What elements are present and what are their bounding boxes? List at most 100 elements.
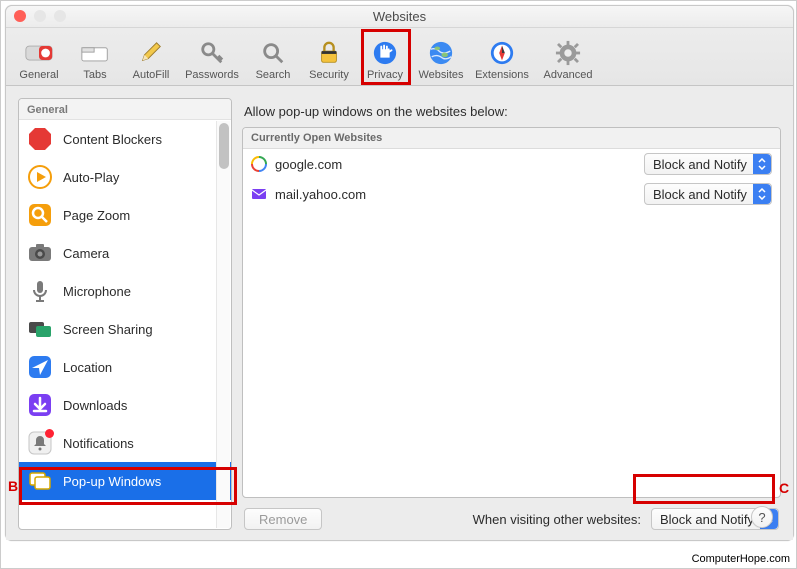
tab-websites[interactable]: Websites <box>414 29 468 81</box>
tab-label: Advanced <box>544 69 593 81</box>
tab-label: General <box>19 69 58 81</box>
sidebar-item-downloads[interactable]: Downloads <box>19 386 231 424</box>
websites-table: Currently Open Websites google.com Block… <box>242 127 781 498</box>
select-value: Block and Notify <box>660 512 754 527</box>
sidebar-item-label: Page Zoom <box>63 208 130 223</box>
sidebar-item-label: Pop-up Windows <box>63 474 161 489</box>
microphone-icon <box>27 278 53 304</box>
sidebar-item-label: Downloads <box>63 398 127 413</box>
main-panel: Allow pop-up windows on the websites bel… <box>242 98 781 530</box>
tab-label: AutoFill <box>133 69 170 81</box>
sidebar-item-microphone[interactable]: Microphone <box>19 272 231 310</box>
table-rows: google.com Block and Notify mail.yaho <box>243 149 780 497</box>
tab-extensions[interactable]: Extensions <box>470 29 534 81</box>
bottom-bar: Remove When visiting other websites: Blo… <box>242 498 781 530</box>
camera-icon <box>27 240 53 266</box>
help-button[interactable]: ? <box>751 506 773 528</box>
annotation-label-c: C <box>779 480 789 496</box>
globe-icon <box>427 39 455 67</box>
row-action-select[interactable]: Block and Notify <box>644 183 772 205</box>
location-icon <box>27 354 53 380</box>
sidebar-item-content-blockers[interactable]: Content Blockers <box>19 120 231 158</box>
sidebar-item-label: Camera <box>63 246 109 261</box>
sidebar-item-label: Screen Sharing <box>63 322 153 337</box>
lock-icon <box>315 39 343 67</box>
row-domain: google.com <box>275 157 636 172</box>
tab-search[interactable]: Search <box>246 29 300 81</box>
tab-label: Extensions <box>475 69 529 81</box>
tab-security[interactable]: Security <box>302 29 356 81</box>
screens-icon <box>27 316 53 342</box>
sidebar-item-label: Microphone <box>63 284 131 299</box>
row-domain: mail.yahoo.com <box>275 187 636 202</box>
windows-icon <box>27 468 53 494</box>
select-value: Block and Notify <box>653 187 747 202</box>
tab-label: Privacy <box>367 69 403 81</box>
gear-icon <box>554 39 582 67</box>
zoom-icon <box>27 202 53 228</box>
scrollbar-thumb[interactable] <box>219 123 229 169</box>
tab-general[interactable]: General <box>12 29 66 81</box>
help-label: ? <box>758 510 765 525</box>
pencil-icon <box>137 39 165 67</box>
tab-tabs[interactable]: Tabs <box>68 29 122 81</box>
stop-icon <box>27 126 53 152</box>
sidebar-item-label: Content Blockers <box>63 132 162 147</box>
tab-advanced[interactable]: Advanced <box>536 29 600 81</box>
tab-label: Search <box>256 69 291 81</box>
sidebar-header: General <box>19 99 231 120</box>
sidebar-scrollbar[interactable] <box>216 121 230 528</box>
sidebar-item-popup-windows[interactable]: Pop-up Windows <box>19 462 231 500</box>
chevron-updown-icon <box>753 154 771 174</box>
play-icon <box>27 164 53 190</box>
key-icon <box>198 39 226 67</box>
download-icon <box>27 392 53 418</box>
notification-badge <box>45 429 54 438</box>
minimize-window-button[interactable] <box>34 10 46 22</box>
button-label: Remove <box>259 512 307 527</box>
sidebar-item-screen-sharing[interactable]: Screen Sharing <box>19 310 231 348</box>
mail-favicon-icon <box>251 186 267 202</box>
switch-icon <box>25 39 53 67</box>
select-value: Block and Notify <box>653 157 747 172</box>
preferences-toolbar: General Tabs AutoFill Passwords Search <box>6 28 793 86</box>
sidebar: General Content Blockers Auto-Play <box>18 98 232 530</box>
table-row[interactable]: mail.yahoo.com Block and Notify <box>243 179 780 209</box>
tab-label: Websites <box>418 69 463 81</box>
tab-label: Security <box>309 69 349 81</box>
tab-label: Tabs <box>83 69 106 81</box>
sidebar-list: Content Blockers Auto-Play Page Zoom <box>19 120 231 529</box>
sidebar-item-notifications[interactable]: Notifications <box>19 424 231 462</box>
content-area: General Content Blockers Auto-Play <box>6 86 793 540</box>
attribution: ComputerHope.com <box>692 553 790 565</box>
close-window-button[interactable] <box>14 10 26 22</box>
tabs-icon <box>81 39 109 67</box>
tab-autofill[interactable]: AutoFill <box>124 29 178 81</box>
table-header: Currently Open Websites <box>243 128 780 149</box>
sidebar-item-label: Auto-Play <box>63 170 119 185</box>
main-heading: Allow pop-up windows on the websites bel… <box>244 104 781 119</box>
tab-label: Passwords <box>185 69 239 81</box>
tab-privacy[interactable]: Privacy <box>358 29 412 81</box>
compass-icon <box>488 39 516 67</box>
sidebar-item-location[interactable]: Location <box>19 348 231 386</box>
tab-passwords[interactable]: Passwords <box>180 29 244 81</box>
sidebar-item-label: Location <box>63 360 112 375</box>
search-icon <box>259 39 287 67</box>
sidebar-item-label: Notifications <box>63 436 134 451</box>
sidebar-item-page-zoom[interactable]: Page Zoom <box>19 196 231 234</box>
bell-icon <box>27 430 53 456</box>
titlebar: Websites <box>6 6 793 28</box>
row-action-select[interactable]: Block and Notify <box>644 153 772 175</box>
annotation-label-b: B <box>8 478 18 494</box>
table-row[interactable]: google.com Block and Notify <box>243 149 780 179</box>
sidebar-item-camera[interactable]: Camera <box>19 234 231 272</box>
zoom-window-button[interactable] <box>54 10 66 22</box>
sidebar-item-auto-play[interactable]: Auto-Play <box>19 158 231 196</box>
google-favicon-icon <box>251 156 267 172</box>
window-title: Websites <box>373 9 426 24</box>
remove-button[interactable]: Remove <box>244 508 322 530</box>
window-controls <box>14 10 66 22</box>
chevron-updown-icon <box>753 184 771 204</box>
preferences-window: Websites General Tabs AutoFill Passwords <box>5 5 794 541</box>
